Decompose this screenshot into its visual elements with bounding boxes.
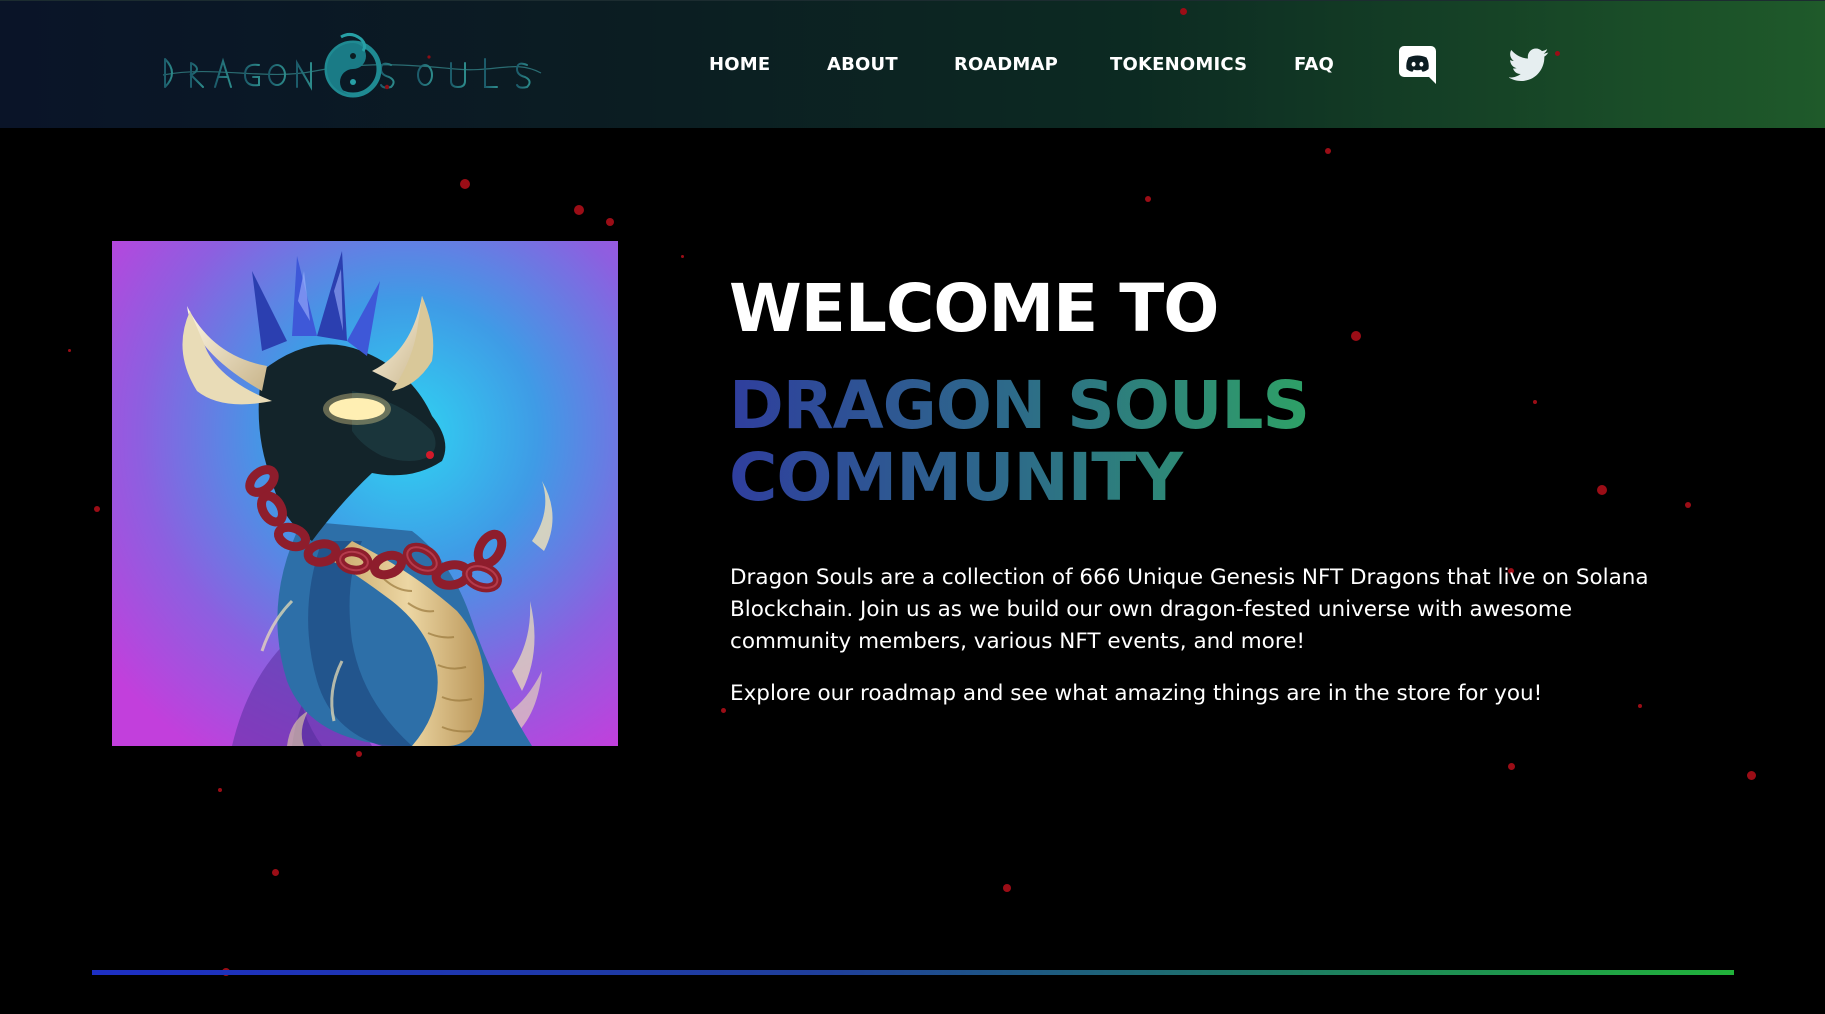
community-heading: DRAGON SOULS COMMUNITY bbox=[729, 370, 1349, 514]
explore-paragraph: Explore our roadmap and see what amazing… bbox=[730, 681, 1543, 706]
discord-icon bbox=[1399, 46, 1436, 84]
nav-about-link[interactable]: ABOUT bbox=[827, 54, 898, 75]
particle bbox=[1533, 400, 1537, 404]
particle bbox=[94, 506, 100, 512]
section-divider bbox=[92, 970, 1734, 975]
particle bbox=[1747, 771, 1756, 780]
particle bbox=[356, 751, 362, 757]
nav-tokenomics-link[interactable]: TOKENOMICS bbox=[1110, 54, 1247, 75]
particle bbox=[1180, 8, 1187, 15]
nav-roadmap-link[interactable]: ROADMAP bbox=[954, 54, 1058, 75]
particle bbox=[460, 179, 470, 189]
particle bbox=[606, 218, 614, 226]
intro-paragraph: Dragon Souls are a collection of 666 Uni… bbox=[730, 565, 1649, 654]
particle bbox=[1555, 51, 1560, 56]
particle bbox=[1351, 331, 1361, 341]
dragon-nft-artwork bbox=[112, 241, 618, 746]
particle bbox=[721, 708, 726, 713]
particle bbox=[1685, 502, 1691, 508]
discord-link[interactable] bbox=[1399, 46, 1436, 84]
nav-faq-link[interactable]: FAQ bbox=[1294, 54, 1334, 75]
particle bbox=[1145, 196, 1151, 202]
twitter-icon bbox=[1508, 48, 1549, 81]
welcome-heading: WELCOME TO bbox=[729, 270, 1219, 347]
dragon-image bbox=[112, 241, 618, 746]
particle bbox=[218, 788, 222, 792]
particle bbox=[681, 255, 684, 258]
main-nav: HOME ABOUT ROADMAP TOKENOMICS FAQ bbox=[0, 1, 1825, 129]
page: HOME ABOUT ROADMAP TOKENOMICS FAQ WELCOM… bbox=[0, 0, 1825, 1014]
particle bbox=[1003, 884, 1011, 892]
nav-home-link[interactable]: HOME bbox=[709, 54, 770, 75]
particle bbox=[1325, 148, 1331, 154]
particle bbox=[1508, 763, 1515, 770]
particle bbox=[1597, 485, 1607, 495]
twitter-link[interactable] bbox=[1508, 48, 1549, 82]
particle bbox=[272, 869, 279, 876]
site-header: HOME ABOUT ROADMAP TOKENOMICS FAQ bbox=[0, 0, 1825, 128]
particle bbox=[68, 349, 71, 352]
particle bbox=[574, 205, 584, 215]
